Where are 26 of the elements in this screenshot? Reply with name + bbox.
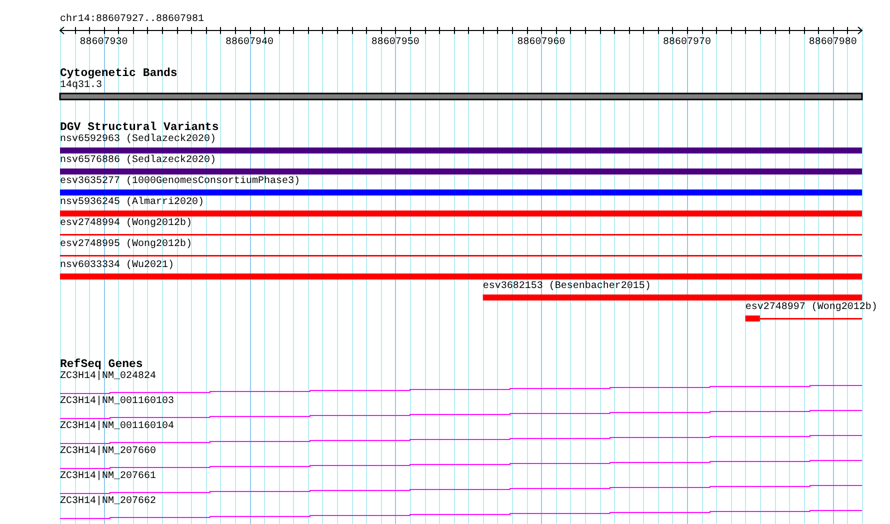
band-label: 14q31.3 (60, 80, 102, 92)
tick-label: 88607930 (80, 37, 128, 48)
transcript-label: ZC3H14|NM_207662 (60, 496, 156, 508)
transcript-label: ZC3H14|NM_001160104 (60, 421, 174, 433)
track-title: Cytogenetic Bands (60, 67, 178, 80)
variant-label: nsv6033334 (Wu2021) (60, 260, 174, 272)
variant-label: esv3682153 (Besenbacher2015) (482, 281, 651, 293)
transcript-label: ZC3H14|NM_001160103 (60, 396, 174, 408)
tick-label: 88607960 (517, 37, 566, 48)
variant-label: nsv6592963 (Sedlazeck2020) (60, 134, 216, 146)
variant-label: nsv6576886 (Sedlazeck2020) (60, 155, 216, 167)
variant-label: esv2748994 (Wong2012b) (60, 218, 192, 230)
tick-label: 88607980 (808, 37, 857, 48)
variant-label: esv3635277 (1000GenomesConsortiumPhase3) (60, 176, 300, 188)
track-title: RefSeq Genes (60, 358, 143, 371)
transcript-label: ZC3H14|NM_207660 (60, 446, 156, 458)
tick-label: 88607950 (371, 37, 420, 48)
tick-label: 88607940 (226, 37, 274, 48)
location-label: chr14:88607927..88607981 (60, 14, 204, 26)
transcript-label: ZC3H14|NM_207661 (60, 471, 156, 483)
transcript-label: ZC3H14|NM_024824 (60, 371, 156, 383)
track-title: DGV Structural Variants (60, 121, 219, 134)
variant-label: esv2748995 (Wong2012b) (60, 239, 192, 251)
variant-label: esv2748997 (Wong2012b) (745, 302, 878, 314)
tick-label: 88607970 (663, 37, 712, 48)
variant-label: nsv5936245 (Almarri2020) (60, 197, 204, 209)
